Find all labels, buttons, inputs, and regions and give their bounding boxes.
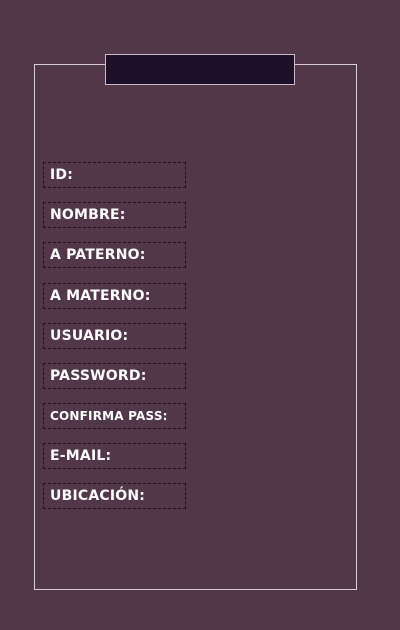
form-title-bar: [105, 54, 295, 85]
usuario-label: USUARIO:: [43, 323, 186, 349]
id-label: ID:: [43, 162, 186, 188]
confirm-password-label: CONFIRMA PASS:: [43, 403, 186, 429]
nombre-label: NOMBRE:: [43, 202, 186, 228]
ubicacion-label: UBICACIÓN:: [43, 483, 186, 509]
email-label: E-MAIL:: [43, 443, 186, 469]
password-label: PASSWORD:: [43, 363, 186, 389]
apellido-paterno-label: A PATERNO:: [43, 242, 186, 268]
apellido-materno-label: A MATERNO:: [43, 283, 186, 309]
